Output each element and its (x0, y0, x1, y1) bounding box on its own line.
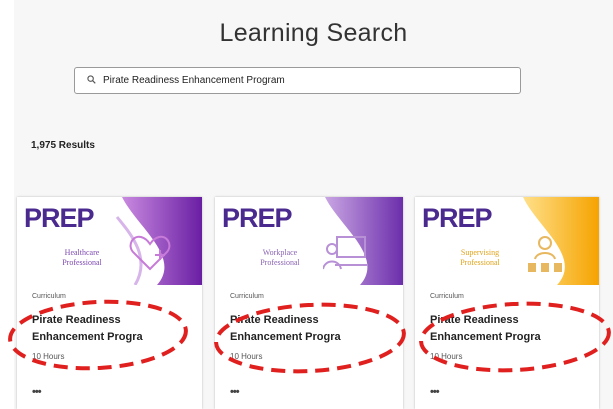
subtitle-line: Professional (62, 258, 102, 267)
more-icon[interactable]: ••• (230, 386, 240, 398)
course-duration: 10 Hours (32, 352, 65, 361)
heart-icon (129, 235, 171, 271)
course-thumbnail[interactable]: PREP Supervising Professional (415, 197, 599, 285)
course-thumbnail[interactable]: PREP Workplace Professional (215, 197, 403, 285)
course-duration: 10 Hours (230, 352, 263, 361)
title-line: Pirate Readiness (230, 314, 319, 326)
course-card[interactable]: PREP Healthcare Professional Curriculum … (17, 197, 202, 409)
title-line: Enhancement Progra (230, 331, 341, 343)
prep-logo: PREP (24, 203, 95, 233)
course-title-link[interactable]: Pirate Readiness Enhancement Progra (32, 312, 182, 346)
prep-logo: PREP (422, 203, 493, 233)
more-icon[interactable]: ••• (32, 386, 42, 398)
course-type: Curriculum (430, 293, 464, 300)
subtitle-line: Healthcare (64, 248, 100, 257)
team-icon (528, 236, 562, 272)
title-line: Enhancement Progra (430, 331, 541, 343)
subtitle-line: Supervising (460, 248, 500, 257)
course-type: Curriculum (230, 293, 264, 300)
course-subtitle: Workplace Professional (235, 248, 325, 268)
subtitle-line: Professional (460, 258, 500, 267)
title-line: Enhancement Progra (32, 331, 143, 343)
course-title-link[interactable]: Pirate Readiness Enhancement Progra (230, 312, 380, 346)
prep-logo: PREP (222, 203, 293, 233)
course-type: Curriculum (32, 293, 66, 300)
page-title: Learning Search (219, 19, 408, 47)
course-subtitle: Supervising Professional (435, 248, 525, 268)
more-icon[interactable]: ••• (430, 386, 440, 398)
logo-tagline (423, 232, 424, 236)
course-title-link[interactable]: Pirate Readiness Enhancement Progra (430, 312, 580, 346)
course-thumbnail[interactable]: PREP Healthcare Professional (17, 197, 202, 285)
logo-tagline (25, 232, 26, 236)
search-icon[interactable] (87, 75, 96, 84)
search-input[interactable] (103, 71, 503, 90)
logo-tagline (223, 232, 224, 236)
workstation-icon (323, 236, 367, 270)
course-card[interactable]: PREP Supervising Professional Curriculum… (415, 197, 599, 409)
title-line: Pirate Readiness (32, 314, 121, 326)
subtitle-line: Workplace (262, 248, 298, 257)
title-line: Pirate Readiness (430, 314, 519, 326)
left-margin (0, 0, 14, 409)
course-card[interactable]: PREP Workplace Professional Curriculum P… (215, 197, 403, 409)
course-duration: 10 Hours (430, 352, 463, 361)
search-box[interactable] (74, 67, 521, 94)
course-subtitle: Healthcare Professional (37, 248, 127, 268)
subtitle-line: Professional (260, 258, 300, 267)
results-count: 1,975 Results (31, 140, 95, 151)
